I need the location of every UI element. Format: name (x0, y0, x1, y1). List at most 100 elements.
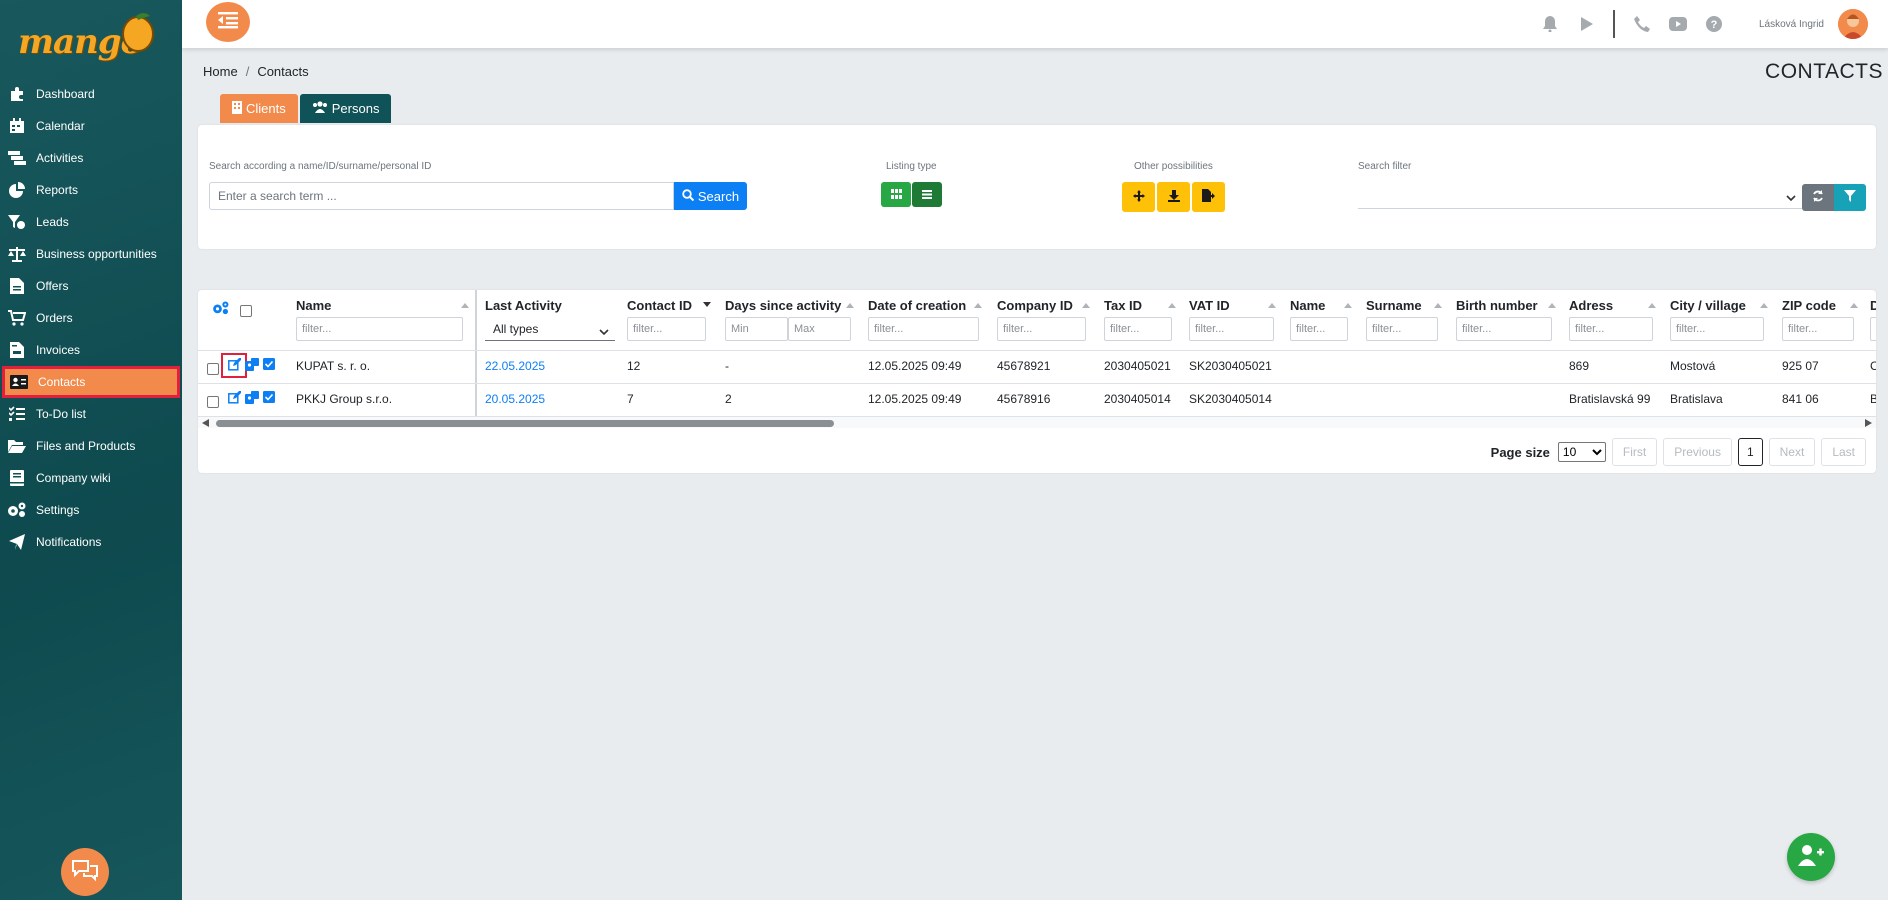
column-header-zip[interactable]: ZIP code (1782, 298, 1836, 313)
next-page-button[interactable]: Next (1768, 438, 1816, 466)
sidebar-item-reports[interactable]: Reports (0, 174, 182, 206)
column-header-name[interactable]: Name (296, 298, 331, 313)
check-square-icon[interactable] (262, 357, 276, 371)
filter-name-2-input[interactable] (1290, 317, 1348, 341)
contacts-icon[interactable] (245, 390, 259, 404)
sidebar-item-activities[interactable]: Activities (0, 142, 182, 174)
select-all-checkbox[interactable] (240, 305, 252, 317)
last-page-button[interactable]: Last (1821, 438, 1866, 466)
contacts-icon[interactable] (245, 357, 259, 371)
previous-page-button[interactable]: Previous (1663, 438, 1732, 466)
sort-icon[interactable] (1760, 302, 1768, 308)
help-icon[interactable]: ? (1703, 13, 1725, 35)
filter-date-of-creation-input[interactable] (868, 317, 979, 341)
column-header-surname[interactable]: Surname (1366, 298, 1422, 313)
filter-days-max-input[interactable] (788, 317, 851, 341)
bell-icon[interactable] (1539, 13, 1561, 35)
first-page-button[interactable]: First (1611, 438, 1658, 466)
sidebar-item-contacts[interactable]: Contacts (2, 366, 180, 398)
filter-button[interactable] (1834, 184, 1866, 211)
column-header-birth-number[interactable]: Birth number (1456, 298, 1538, 313)
sort-icon[interactable] (1648, 302, 1656, 308)
sidebar-item-invoices[interactable]: Invoices (0, 334, 182, 366)
download-button[interactable] (1157, 182, 1190, 212)
horizontal-scrollbar[interactable] (198, 416, 1876, 428)
filter-tax-id-input[interactable] (1104, 317, 1172, 341)
sort-icon[interactable] (974, 302, 982, 308)
column-header-company-id[interactable]: Company ID (997, 298, 1073, 313)
column-header-days-since-activity[interactable]: Days since activity (725, 298, 841, 313)
column-header-adress[interactable]: Adress (1569, 298, 1613, 313)
row-checkbox[interactable] (207, 363, 219, 375)
sidebar-item-todo-list[interactable]: To-Do list (0, 398, 182, 430)
filter-surname-input[interactable] (1366, 317, 1438, 341)
edit-icon[interactable] (227, 357, 241, 371)
export-button[interactable] (1192, 182, 1225, 212)
column-header-city[interactable]: City / village (1670, 298, 1746, 313)
current-page-button[interactable]: 1 (1737, 438, 1763, 466)
row-checkbox[interactable] (207, 396, 219, 408)
filter-zip-input[interactable] (1782, 317, 1854, 341)
sidebar-item-files-and-products[interactable]: Files and Products (0, 430, 182, 462)
sidebar-item-company-wiki[interactable]: Company wiki (0, 462, 182, 494)
sidebar-item-calendar[interactable]: Calendar (0, 110, 182, 142)
add-contact-button[interactable] (1787, 833, 1835, 881)
scrollbar-thumb[interactable] (216, 420, 834, 427)
sidebar-item-leads[interactable]: Leads (0, 206, 182, 238)
grid-view-button[interactable] (881, 182, 911, 207)
column-header-next[interactable]: D (1870, 298, 1876, 313)
phone-icon[interactable] (1631, 13, 1653, 35)
sidebar-item-offers[interactable]: Offers (0, 270, 182, 302)
page-size-select[interactable]: 10 (1557, 442, 1606, 462)
filter-name-input[interactable] (296, 317, 463, 341)
sidebar-item-business-opportunities[interactable]: Business opportunities (0, 238, 182, 270)
column-header-last-activity[interactable]: Last Activity (485, 298, 562, 313)
filter-contact-id-input[interactable] (627, 317, 706, 341)
list-view-button[interactable] (912, 182, 942, 207)
filter-adress-input[interactable] (1569, 317, 1653, 341)
check-square-icon[interactable] (262, 390, 276, 404)
sort-desc-icon[interactable] (703, 302, 711, 308)
sidebar-item-notifications[interactable]: Notifications (0, 526, 182, 558)
scroll-left-icon[interactable] (202, 419, 209, 427)
move-button[interactable] (1122, 182, 1155, 212)
sort-icon[interactable] (1168, 302, 1176, 308)
search-input[interactable] (209, 182, 674, 210)
breadcrumb-home[interactable]: Home (203, 64, 238, 79)
column-header-vat-id[interactable]: VAT ID (1189, 298, 1230, 313)
search-button[interactable]: Search (674, 182, 747, 210)
sort-icon[interactable] (1268, 302, 1276, 308)
sort-icon[interactable] (1850, 302, 1858, 308)
avatar[interactable] (1838, 9, 1868, 39)
filter-vat-id-input[interactable] (1189, 317, 1274, 341)
filter-company-id-input[interactable] (997, 317, 1086, 341)
play-icon[interactable] (1575, 13, 1597, 35)
sort-icon[interactable] (1434, 302, 1442, 308)
sidebar-item-settings[interactable]: Settings (0, 494, 182, 526)
chat-button[interactable] (61, 848, 109, 896)
sort-icon[interactable] (1344, 302, 1352, 308)
search-filter-select[interactable] (1358, 183, 1802, 209)
scroll-right-icon[interactable] (1865, 419, 1872, 427)
column-settings-icon[interactable] (212, 301, 230, 320)
sort-icon[interactable] (461, 302, 469, 308)
sidebar-item-orders[interactable]: Orders (0, 302, 182, 334)
refresh-filter-button[interactable] (1802, 184, 1834, 211)
column-header-tax-id[interactable]: Tax ID (1104, 298, 1142, 313)
user-name[interactable]: Lásková Ingrid (1759, 19, 1824, 30)
column-header-name-2[interactable]: Name (1290, 298, 1325, 313)
mango-logo[interactable]: mango (16, 6, 166, 62)
column-header-date-of-creation[interactable]: Date of creation (868, 298, 966, 313)
tab-persons[interactable]: Persons (299, 94, 392, 123)
menu-toggle-button[interactable] (206, 2, 250, 42)
table-row[interactable]: PKKJ Group s.r.o. 20.05.2025 7 2 12.05.2… (198, 383, 1876, 416)
filter-next-input[interactable] (1870, 317, 1876, 341)
sort-icon[interactable] (1548, 302, 1556, 308)
cell-last-activity-link[interactable]: 22.05.2025 (485, 359, 545, 373)
edit-icon[interactable] (227, 390, 241, 404)
filter-birth-number-input[interactable] (1456, 317, 1552, 341)
sort-icon[interactable] (846, 302, 854, 308)
filter-city-input[interactable] (1670, 317, 1764, 341)
sort-icon[interactable] (1082, 302, 1090, 308)
activity-type-select[interactable]: All types (485, 317, 615, 341)
